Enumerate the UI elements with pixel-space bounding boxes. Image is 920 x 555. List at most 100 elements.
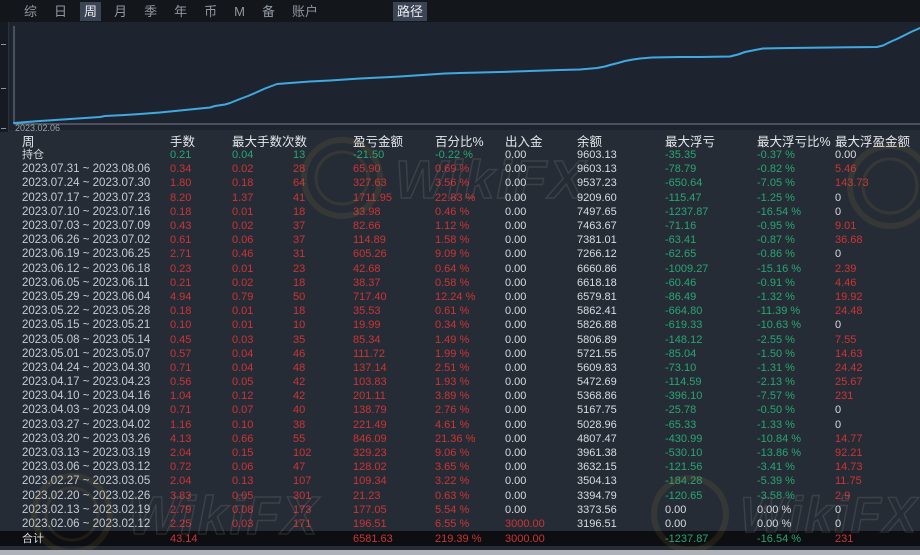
table-row[interactable]: 2023.04.24 ~ 2023.04.300.710.0448137.142…: [0, 361, 920, 375]
tab-ri[interactable]: 日: [50, 2, 71, 21]
cell: -1.31 %: [757, 361, 835, 375]
table-header-row: 周手数最大手数次数盈亏金额百分比%出入金余额最大浮亏最大浮亏比%最大浮盈金额: [0, 131, 920, 148]
table-row[interactable]: 持仓0.210.0413-21.50-0.22 %0.009603.13-35.…: [0, 148, 920, 162]
table-row[interactable]: 2023.06.05 ~ 2023.06.110.210.021838.370.…: [0, 276, 920, 290]
cell: 2023.03.20 ~ 2023.03.26: [22, 432, 170, 446]
tab-bi[interactable]: 币: [200, 2, 221, 21]
cell: 14.77: [835, 432, 920, 446]
cell: -13.86 %: [757, 446, 835, 460]
cell: -1.32 %: [757, 290, 835, 304]
table-row[interactable]: 2023.05.08 ~ 2023.05.140.450.033585.341.…: [0, 332, 920, 346]
table-row[interactable]: 2023.07.17 ~ 2023.07.238.201.37411711.95…: [0, 191, 920, 205]
cell: 0.00 %: [757, 517, 835, 531]
cell: 9.01: [835, 219, 920, 233]
table-row[interactable]: 2023.05.29 ~ 2023.06.044.940.7950717.401…: [0, 290, 920, 304]
table-row[interactable]: 2023.02.06 ~ 2023.02.122.250.03171196.51…: [0, 517, 920, 531]
cell: 0.21: [170, 148, 232, 162]
cell: -0.91 %: [757, 276, 835, 290]
cell: 2023.06.19 ~ 2023.06.25: [22, 247, 170, 261]
cell: 18: [293, 276, 353, 290]
cell: 4.13: [170, 432, 232, 446]
tab-m[interactable]: M: [230, 2, 249, 21]
cell: 6660.86: [577, 262, 665, 276]
table-row[interactable]: 2023.07.10 ~ 2023.07.160.180.011833.980.…: [0, 205, 920, 219]
table-row[interactable]: 2023.07.31 ~ 2023.08.060.340.022865.900.…: [0, 162, 920, 176]
cell: -11.39 %: [757, 304, 835, 318]
cell: 0.00: [665, 517, 757, 531]
cell: 5862.41: [577, 304, 665, 318]
cell: 2.25: [170, 517, 232, 531]
table-row[interactable]: 2023.06.19 ~ 2023.06.252.710.4631605.269…: [0, 247, 920, 261]
cell: 5167.75: [577, 403, 665, 417]
table-row[interactable]: 2023.02.13 ~ 2023.02.192.790.08173177.05…: [0, 503, 920, 517]
cell: -115.47: [665, 191, 757, 205]
cell: 持仓: [22, 148, 170, 162]
table-row[interactable]: 2023.07.03 ~ 2023.07.090.430.023782.661.…: [0, 219, 920, 233]
cell: 0.00: [835, 148, 920, 162]
cell: 1.37: [232, 191, 293, 205]
table-row[interactable]: 2023.02.20 ~ 2023.02.263.830.0530121.230…: [0, 489, 920, 503]
cell: 2.51 %: [435, 361, 505, 375]
tab-ji[interactable]: 季: [140, 2, 161, 21]
cell: 4.46: [835, 276, 920, 290]
cell: -0.95 %: [757, 219, 835, 233]
table-row[interactable]: 2023.03.20 ~ 2023.03.264.130.6655846.092…: [0, 432, 920, 446]
table-row[interactable]: 2023.06.26 ~ 2023.07.020.610.0637114.891…: [0, 233, 920, 247]
tab-zhou[interactable]: 周: [80, 2, 101, 21]
cell: 合计: [22, 532, 170, 546]
cell: 5028.96: [577, 418, 665, 432]
table-row[interactable]: 2023.05.01 ~ 2023.05.070.570.0446111.721…: [0, 347, 920, 361]
table-row[interactable]: 2023.05.22 ~ 2023.05.280.180.011835.530.…: [0, 304, 920, 318]
cell: 2023.02.27 ~ 2023.03.05: [22, 474, 170, 488]
cell: 0.63 %: [435, 489, 505, 503]
tab-lujing[interactable]: 路径: [393, 2, 427, 21]
cell: -25.78: [665, 403, 757, 417]
table-row[interactable]: 2023.03.06 ~ 2023.03.120.720.0647128.023…: [0, 460, 920, 474]
equity-line: [14, 28, 920, 123]
cell: 14.73: [835, 460, 920, 474]
table-row[interactable]: 2023.05.15 ~ 2023.05.210.100.011019.990.…: [0, 318, 920, 332]
cell: 0.61 %: [435, 304, 505, 318]
cell: -1.25 %: [757, 191, 835, 205]
cell: 0.56: [170, 375, 232, 389]
table-row[interactable]: 2023.02.27 ~ 2023.03.052.040.13107109.34…: [0, 474, 920, 488]
cell: 0.02: [232, 219, 293, 233]
table-row[interactable]: 2023.06.12 ~ 2023.06.180.230.012342.680.…: [0, 262, 920, 276]
tab-yue[interactable]: 月: [110, 2, 131, 21]
tab-nian[interactable]: 年: [170, 2, 191, 21]
cell: 7.55: [835, 333, 920, 347]
cell: 1.80: [170, 176, 232, 190]
cell: 0.00: [505, 361, 577, 375]
cell: 1.16: [170, 418, 232, 432]
table-row[interactable]: 2023.04.03 ~ 2023.04.090.710.0740138.792…: [0, 403, 920, 417]
cell: 11.75: [835, 474, 920, 488]
cell: 0.00: [505, 432, 577, 446]
table-row[interactable]: 2023.03.13 ~ 2023.03.192.040.15102329.23…: [0, 446, 920, 460]
total-row[interactable]: 合计43.146581.63219.39 %3000.00-1237.87-16…: [0, 531, 920, 546]
cell: 10: [293, 318, 353, 332]
cell: -430.99: [665, 432, 757, 446]
cell: 0.00: [505, 162, 577, 176]
cell: 0.23: [170, 262, 232, 276]
table-row[interactable]: 2023.07.24 ~ 2023.07.301.800.1864327.633…: [0, 176, 920, 190]
horizontal-scrollbar[interactable]: [0, 550, 920, 555]
table-row[interactable]: 2023.03.27 ~ 2023.04.021.160.1038221.494…: [0, 418, 920, 432]
cell: -16.54 %: [757, 205, 835, 219]
cell: 43.14: [170, 532, 232, 546]
left-ruler-strip: [0, 22, 9, 132]
cell: 0.46 %: [435, 205, 505, 219]
tab-bei[interactable]: 备: [258, 2, 279, 21]
table-row[interactable]: 2023.04.10 ~ 2023.04.161.040.1242201.113…: [0, 389, 920, 403]
tab-zhanghu[interactable]: 账户: [288, 2, 322, 21]
table-row[interactable]: 2023.04.17 ~ 2023.04.230.560.0542103.831…: [0, 375, 920, 389]
cell: 2.76 %: [435, 403, 505, 417]
cell: -1237.87: [665, 532, 757, 546]
tab-zong[interactable]: 综: [20, 2, 41, 21]
cell: 0.00: [505, 418, 577, 432]
cell: 31: [293, 247, 353, 261]
cell: -35.35: [665, 148, 757, 162]
cell: 6.55 %: [435, 517, 505, 531]
cell: 0.05: [232, 489, 293, 503]
cell: 171: [293, 517, 353, 531]
cell: 3.56 %: [435, 176, 505, 190]
